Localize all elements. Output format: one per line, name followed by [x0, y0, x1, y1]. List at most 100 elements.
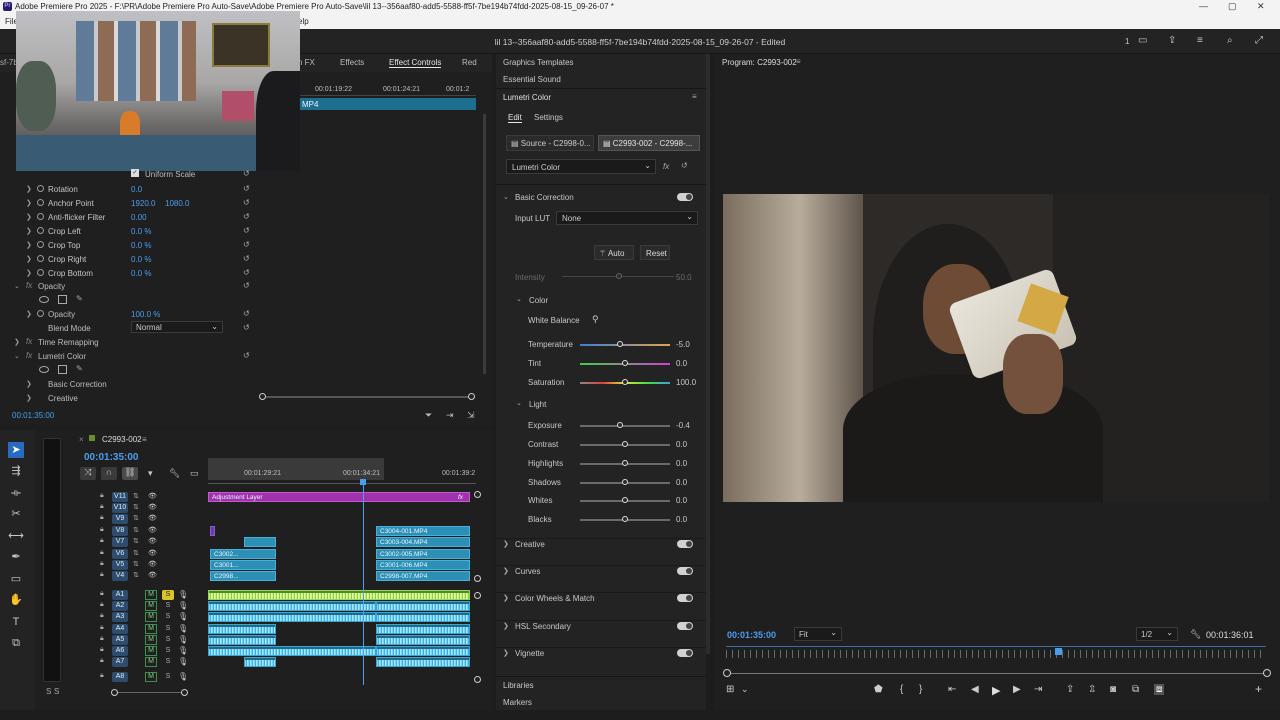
property-row[interactable]: ❯ Crop Left 0.0 % ↺ [0, 225, 258, 239]
reset-icon[interactable]: ↺ [243, 309, 250, 318]
lumetri-section-row[interactable]: ❯ Color Wheels & Match [496, 592, 706, 604]
property-row[interactable]: ❯ Rotation 0.0 ↺ [0, 183, 258, 197]
timeline-clip[interactable]: C2998-007.MP4 [376, 571, 470, 581]
collapse-chevron-icon[interactable]: ⌄ [14, 282, 20, 290]
reset-button[interactable]: Reset [640, 245, 670, 260]
audio-clip[interactable] [376, 601, 470, 611]
fx-horizontal-scrollbar[interactable] [262, 396, 472, 398]
vertical-scroll-handle[interactable] [474, 575, 481, 582]
tab-essential-sound[interactable]: Essential Sound [503, 75, 561, 84]
stopwatch-icon[interactable] [37, 227, 44, 234]
audio-track-header[interactable]: 🔒︎ A6 M S 🎙︎ [100, 646, 190, 656]
minimize-button[interactable]: — [1199, 1, 1208, 11]
mute-button[interactable]: M [145, 635, 157, 645]
property-row[interactable]: ❯ Anchor Point 1920.0 1080.0 ↺ [0, 197, 258, 211]
slider-value[interactable]: 0.0 [676, 359, 687, 368]
slider-knob[interactable] [616, 422, 623, 428]
sync-lock-icon[interactable]: ⇅ [133, 537, 139, 545]
sync-lock-icon[interactable]: ⇅ [133, 492, 139, 500]
snap-icon[interactable]: ∩ [101, 467, 117, 480]
audio-clip[interactable] [244, 657, 276, 667]
fx-timecode[interactable]: 00:01:35:00 [12, 411, 54, 420]
microphone-icon[interactable]: 🎙︎ [178, 657, 188, 666]
program-scrollbar[interactable] [726, 673, 1266, 674]
audio-clip[interactable] [208, 635, 276, 645]
panel-menu-icon[interactable]: ≡ [692, 92, 697, 101]
slider-value[interactable]: -5.0 [676, 340, 690, 349]
scroll-handle-right[interactable] [1263, 669, 1271, 677]
expand-chevron-icon[interactable]: ❯ [26, 241, 32, 249]
reset-icon[interactable]: ↺ [243, 240, 250, 249]
export-frame-icon[interactable]: ◙ [1110, 684, 1116, 695]
caption-tool-icon[interactable]: ⧉ [8, 635, 24, 651]
reset-effect-icon[interactable]: ↺ [681, 161, 688, 170]
slider-value[interactable]: 0.0 [676, 515, 687, 524]
slider-knob[interactable] [622, 360, 628, 366]
mute-button[interactable]: M [145, 590, 157, 600]
rectangle-mask-icon[interactable] [58, 365, 67, 374]
solo-button[interactable]: S [162, 657, 174, 667]
eye-icon[interactable]: 👁︎ [148, 492, 157, 500]
track-name[interactable]: A7 [112, 657, 128, 667]
timeline-horizontal-scrollbar[interactable] [114, 692, 184, 693]
stopwatch-icon[interactable] [37, 255, 44, 262]
workspaces-icon[interactable]: ≡ [1197, 35, 1203, 46]
expand-chevron-icon[interactable]: ❯ [26, 380, 32, 388]
add-button-icon[interactable]: + [1255, 682, 1262, 696]
eye-icon[interactable]: 👁︎ [148, 514, 157, 522]
reset-icon[interactable]: ↺ [243, 351, 250, 360]
solo-button[interactable]: S [162, 601, 174, 611]
mute-button[interactable]: M [145, 601, 157, 611]
lock-icon[interactable]: 🔒︎ [100, 526, 104, 534]
audio-track-header[interactable]: 🔒︎ A4 M S 🎙︎ [100, 624, 190, 634]
comparison-view-icon[interactable]: ⧉ [1132, 684, 1139, 695]
track-name[interactable]: A1 [112, 590, 128, 600]
section-toggle[interactable] [677, 594, 693, 602]
rectangle-mask-icon[interactable] [58, 295, 67, 304]
collapse-chevron-icon[interactable]: ⌄ [516, 295, 522, 303]
export-icon[interactable]: ⇲ [467, 410, 475, 421]
audio-clip[interactable] [208, 590, 470, 600]
microphone-icon[interactable]: 🎙︎ [178, 601, 188, 610]
program-time-ruler[interactable] [726, 650, 1266, 658]
lock-icon[interactable]: 🔒︎ [100, 635, 104, 643]
eye-icon[interactable]: 👁︎ [148, 526, 157, 534]
audio-track-header[interactable]: 🔒︎ A5 M S 🎙︎ [100, 635, 190, 645]
expand-chevron-icon[interactable]: ❯ [14, 338, 20, 346]
audio-clip[interactable] [376, 612, 470, 622]
mute-button[interactable]: M [145, 624, 157, 634]
menu-icon[interactable]: ≡ [142, 435, 147, 444]
filter-icon[interactable]: ⏷ [425, 410, 432, 421]
expand-chevron-icon[interactable]: ❯ [26, 269, 32, 277]
expand-chevron-icon[interactable]: ❯ [26, 185, 32, 193]
tab-edit[interactable]: Edit [508, 113, 522, 123]
lock-icon[interactable]: 🔒︎ [100, 549, 104, 557]
purple-clip[interactable] [210, 526, 215, 536]
pen-mask-icon[interactable]: ✎ [76, 364, 83, 373]
program-timecode[interactable]: 00:01:35:00 [727, 630, 776, 640]
fx-vertical-scrollbar[interactable] [483, 114, 486, 374]
share-icon[interactable]: ⇪ [1168, 35, 1176, 46]
track-name[interactable]: V9 [112, 514, 128, 524]
track-name[interactable]: V6 [112, 549, 128, 559]
timeline-timecode[interactable]: 00:01:35:00 [84, 452, 138, 463]
slider-track[interactable] [580, 425, 670, 427]
program-zoom-bar[interactable] [726, 646, 1266, 647]
vertical-scroll-handle[interactable] [474, 676, 481, 683]
vertical-scroll-handle[interactable] [474, 491, 481, 498]
video-track-header[interactable]: 🔒︎ V6 ⇅ 👁︎ [100, 549, 160, 559]
opacity-value[interactable]: 100.0 % [131, 310, 160, 319]
property-value-y[interactable]: 1080.0 [165, 199, 189, 208]
meter-solo-right[interactable]: S [54, 687, 59, 696]
fx-badge-icon[interactable]: fx [26, 351, 32, 360]
solo-button[interactable]: S [162, 624, 174, 634]
microphone-icon[interactable]: 🎙︎ [178, 612, 188, 621]
lock-icon[interactable]: 🔒︎ [100, 624, 104, 632]
mute-button[interactable]: M [145, 657, 157, 667]
collapse-chevron-icon[interactable]: ⌄ [503, 193, 509, 201]
add-marker-icon[interactable]: ▾ [148, 468, 153, 479]
intensity-knob[interactable] [616, 273, 622, 279]
reset-icon[interactable]: ↺ [243, 226, 250, 235]
video-track-header[interactable]: 🔒︎ V7 ⇅ 👁︎ [100, 537, 160, 547]
video-track-header[interactable]: 🔒︎ V11 ⇅ 👁︎ [100, 492, 160, 502]
